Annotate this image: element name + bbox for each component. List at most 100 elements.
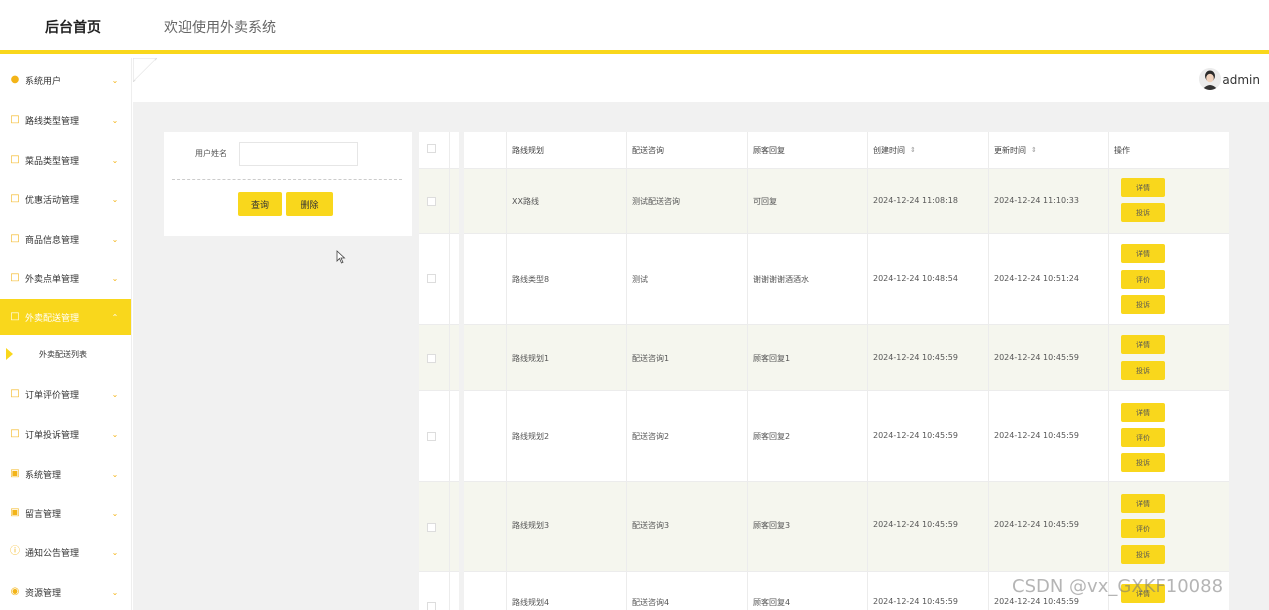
sidebar-item-route-types[interactable]: □ 路线类型管理 ⌄	[0, 100, 131, 140]
cell-route: 路线规划1	[512, 354, 550, 363]
cell-created: 2024-12-24 10:45:59	[873, 431, 958, 440]
complain-button[interactable]: 投诉	[1121, 453, 1165, 472]
row-checkbox[interactable]	[427, 432, 436, 441]
row-checkbox[interactable]	[427, 602, 436, 610]
row-checkbox[interactable]	[427, 274, 436, 283]
cell-consult: 配送咨询2	[632, 432, 670, 441]
cell-reply: 可回复	[753, 197, 777, 206]
column-header-actions: 操作	[1114, 145, 1130, 155]
mouse-cursor-icon	[336, 250, 346, 264]
sidebar-item-messages[interactable]: ▣ 留言管理 ⌄	[0, 493, 131, 533]
cell-consult: 测试	[632, 275, 648, 284]
complain-button[interactable]: 投诉	[1121, 545, 1165, 564]
sidebar-item-label: 资源管理	[25, 588, 62, 599]
username-input[interactable]	[239, 142, 358, 166]
chevron-down-icon: ⌄	[111, 547, 119, 557]
sort-icon: ⇕	[1031, 146, 1037, 154]
sidebar-item-complaints[interactable]: □ 订单投诉管理 ⌄	[0, 414, 131, 454]
sidebar-item-resources[interactable]: ◉ 资源管理 ⌄	[0, 572, 131, 610]
chevron-down-icon: ⌄	[111, 75, 119, 85]
column-divider	[459, 132, 464, 610]
sidebar-item-label: 外卖配送管理	[25, 313, 80, 324]
submenu-item-delivery-list[interactable]: 外卖配送列表	[0, 339, 131, 369]
sidebar-item-orders[interactable]: □ 外卖点单管理 ⌄	[0, 258, 131, 298]
cell-reply: 顾客回复4	[753, 598, 791, 607]
cell-updated: 2024-12-24 10:45:59	[994, 597, 1079, 606]
query-button[interactable]: 查询	[238, 192, 282, 216]
column-divider	[449, 132, 450, 610]
home-link[interactable]: 后台首页	[0, 0, 146, 54]
cell-reply: 顾客回复2	[753, 432, 791, 441]
cell-updated: 2024-12-24 11:10:33	[994, 196, 1079, 205]
complain-button[interactable]: 投诉	[1121, 295, 1165, 314]
detail-button[interactable]: 详情	[1121, 494, 1165, 513]
cell-consult: 配送咨询3	[632, 521, 670, 530]
image-icon: ▣	[10, 468, 20, 479]
search-panel: 用户姓名 查询 删除	[164, 132, 412, 236]
admin-username[interactable]: admin	[1222, 73, 1260, 87]
sidebar-item-reviews[interactable]: □ 订单评价管理 ⌄	[0, 374, 131, 414]
sidebar-item-system[interactable]: ▣ 系统管理 ⌄	[0, 454, 131, 494]
cell-route: 路线规划4	[512, 598, 550, 607]
review-button[interactable]: 评价	[1121, 270, 1165, 289]
sidebar-item-promotions[interactable]: □ 优惠活动管理 ⌄	[0, 179, 131, 219]
collapse-toggle-icon[interactable]	[133, 58, 157, 82]
user-icon: ●	[10, 74, 20, 85]
cell-updated: 2024-12-24 10:51:24	[994, 274, 1079, 283]
row-checkbox[interactable]	[427, 523, 436, 532]
folder-icon: □	[10, 272, 20, 283]
folder-icon: □	[10, 428, 20, 439]
column-header-created[interactable]: 创建时间 ⇕	[873, 132, 916, 168]
cell-route: XX路线	[512, 197, 539, 206]
folder-icon: □	[10, 311, 20, 322]
sidebar-item-label: 订单评价管理	[25, 390, 80, 401]
welcome-title: 欢迎使用外卖系统	[164, 20, 276, 36]
column-divider	[1108, 132, 1109, 610]
sidebar-item-system-users[interactable]: ● 系统用户 ⌄	[0, 60, 131, 100]
sidebar-item-label: 系统管理	[25, 470, 62, 481]
sidebar-item-label: 订单投诉管理	[25, 430, 80, 441]
column-header-updated[interactable]: 更新时间 ⇕	[994, 132, 1037, 168]
sidebar-item-products[interactable]: □ 商品信息管理 ⌄	[0, 219, 131, 259]
cell-route: 路线类型8	[512, 275, 550, 284]
divider	[172, 179, 402, 180]
detail-button[interactable]: 详情	[1121, 244, 1165, 263]
folder-icon: □	[10, 233, 20, 244]
column-divider	[988, 132, 989, 610]
cell-created: 2024-12-24 11:08:18	[873, 196, 958, 205]
column-header-consult: 配送咨询	[632, 145, 664, 155]
sidebar-item-announcements[interactable]: ⓘ 通知公告管理 ⌄	[0, 532, 131, 572]
detail-button[interactable]: 详情	[1121, 403, 1165, 422]
row-checkbox[interactable]	[427, 197, 436, 206]
complain-button[interactable]: 投诉	[1121, 203, 1165, 222]
info-icon: ⓘ	[10, 546, 20, 557]
sidebar-item-label: 系统用户	[25, 76, 62, 87]
chevron-down-icon: ⌄	[111, 469, 119, 479]
complain-button[interactable]: 投诉	[1121, 361, 1165, 380]
cell-consult: 配送咨询4	[632, 598, 670, 607]
select-all-checkbox[interactable]	[427, 144, 436, 153]
username-label: 用户姓名	[195, 149, 227, 158]
chevron-up-icon: ⌃	[111, 312, 119, 322]
detail-button[interactable]: 详情	[1121, 178, 1165, 197]
chevron-down-icon: ⌄	[111, 194, 119, 204]
cell-updated: 2024-12-24 10:45:59	[994, 431, 1079, 440]
avatar[interactable]	[1199, 68, 1221, 90]
cell-reply: 谢谢谢谢酒酒水	[753, 275, 809, 284]
folder-icon: □	[10, 154, 20, 165]
submenu-item-label: 外卖配送列表	[39, 349, 87, 359]
delete-button[interactable]: 删除	[286, 192, 333, 216]
cell-updated: 2024-12-24 10:45:59	[994, 520, 1079, 529]
row-checkbox[interactable]	[427, 354, 436, 363]
detail-button[interactable]: 详情	[1121, 335, 1165, 354]
column-divider	[747, 132, 748, 610]
sidebar-item-delivery[interactable]: □ 外卖配送管理 ⌃	[0, 299, 131, 335]
cell-route: 路线规划3	[512, 521, 550, 530]
main-content: admin 用户姓名 查询 删除 路线规划 配送咨询 顾客回复 创建时间 ⇕ 更新…	[133, 58, 1269, 610]
sidebar-item-dish-types[interactable]: □ 菜品类型管理 ⌄	[0, 140, 131, 180]
review-button[interactable]: 评价	[1121, 519, 1165, 538]
chevron-down-icon: ⌄	[111, 273, 119, 283]
column-divider	[506, 132, 507, 610]
content-topbar: admin	[133, 58, 1269, 102]
review-button[interactable]: 评价	[1121, 428, 1165, 447]
